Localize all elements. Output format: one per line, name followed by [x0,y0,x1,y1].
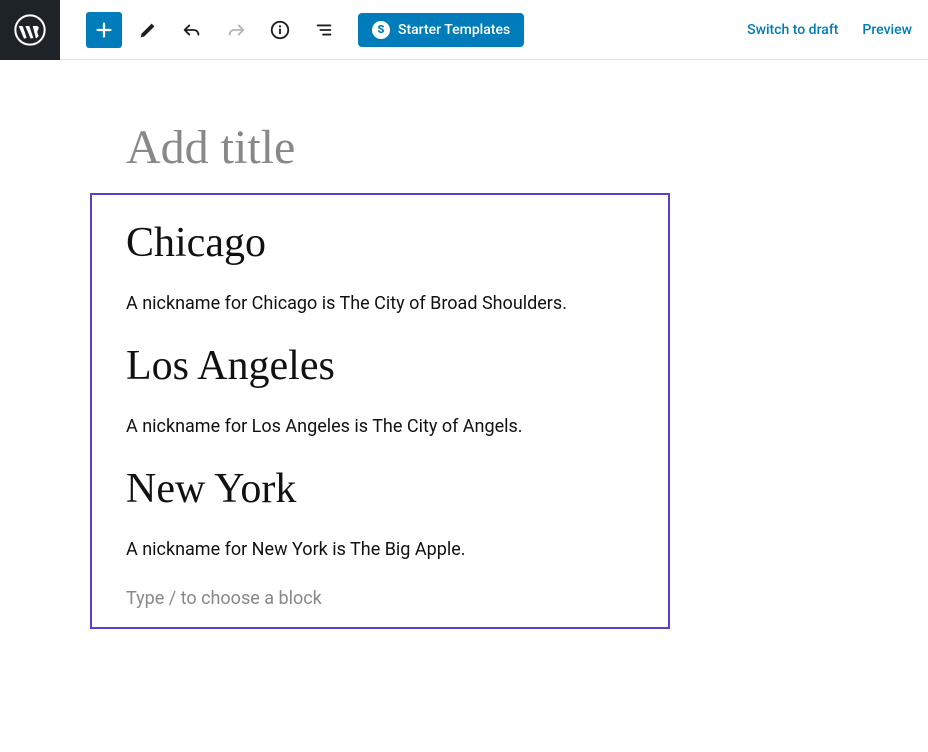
list-icon [313,19,335,41]
info-button[interactable] [262,12,298,48]
editor-canvas: Add title Chicago A nickname for Chicago… [0,60,928,629]
paragraph-block[interactable]: A nickname for Chicago is The City of Br… [126,293,634,314]
heading-block[interactable]: Los Angeles [126,342,634,390]
selected-block-group[interactable]: Chicago A nickname for Chicago is The Ci… [90,193,670,629]
plus-icon [93,19,115,41]
undo-button[interactable] [174,12,210,48]
starter-templates-button[interactable]: S Starter Templates [358,13,524,47]
wordpress-icon [14,14,46,46]
preview-button[interactable]: Preview [862,22,912,38]
post-title-input[interactable]: Add title [126,120,928,175]
starter-templates-icon: S [372,21,390,39]
edit-mode-button[interactable] [130,12,166,48]
editor-toolbar: S Starter Templates Switch to draft Prev… [0,0,928,60]
redo-button[interactable] [218,12,254,48]
switch-to-draft-button[interactable]: Switch to draft [747,22,838,38]
starter-templates-label: Starter Templates [398,22,510,38]
pencil-icon [137,19,159,41]
wordpress-logo[interactable] [0,0,60,60]
toolbar-right-group: Switch to draft Preview [747,22,912,38]
outline-button[interactable] [306,12,342,48]
add-block-button[interactable] [86,12,122,48]
paragraph-block[interactable]: A nickname for New York is The Big Apple… [126,539,634,560]
heading-block[interactable]: New York [126,465,634,513]
info-icon [269,19,291,41]
heading-block[interactable]: Chicago [126,219,634,267]
undo-icon [181,19,203,41]
paragraph-block[interactable]: A nickname for Los Angeles is The City o… [126,416,634,437]
toolbar-left-group: S Starter Templates [60,12,524,48]
redo-icon [225,19,247,41]
new-block-placeholder[interactable]: Type / to choose a block [126,588,634,609]
